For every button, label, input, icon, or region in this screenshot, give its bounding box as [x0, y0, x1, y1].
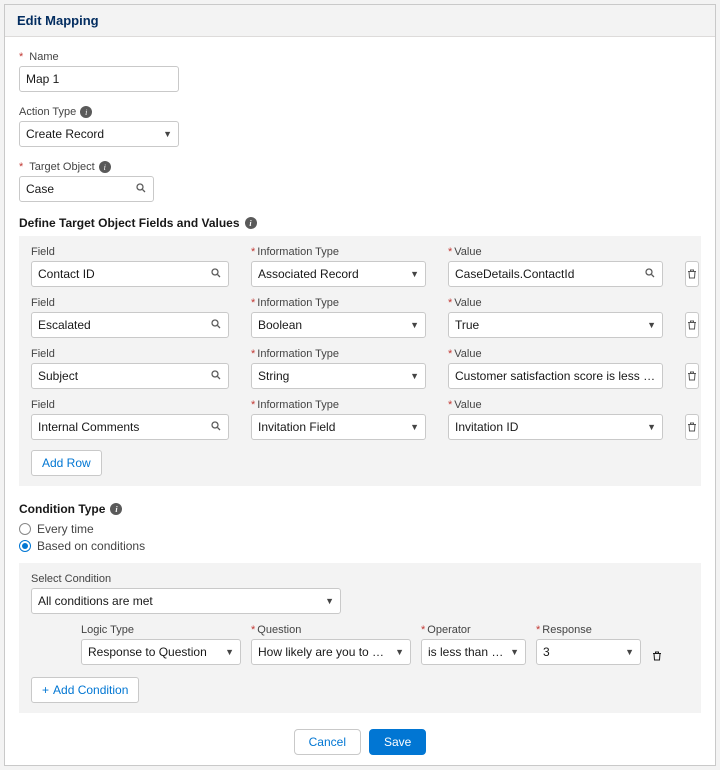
response-select[interactable]: 3 ▼: [536, 639, 641, 665]
chevron-down-icon: ▼: [625, 647, 634, 657]
field-lookup[interactable]: Escalated: [31, 312, 229, 338]
dialog-header: Edit Mapping: [5, 5, 715, 37]
value-select[interactable]: Invitation ID ▼: [448, 414, 663, 440]
condition-row: Logic Type Response to Question ▼ Questi…: [81, 624, 689, 665]
info-icon[interactable]: i: [245, 217, 257, 229]
delete-row-button[interactable]: [685, 312, 699, 338]
action-type-select[interactable]: Create Record ▼: [19, 121, 179, 147]
search-icon: [210, 318, 222, 333]
field-lookup[interactable]: Contact ID: [31, 261, 229, 287]
info-type-select[interactable]: Associated Record ▼: [251, 261, 426, 287]
chevron-down-icon: ▼: [410, 320, 419, 330]
dialog-title: Edit Mapping: [17, 13, 703, 28]
chevron-down-icon: ▼: [410, 422, 419, 432]
search-icon: [210, 369, 222, 384]
field-row: Field Internal Comments Information Type…: [31, 399, 689, 440]
radio-every-time[interactable]: Every time: [19, 522, 701, 536]
field-row: Field Contact ID Information Type Associ…: [31, 246, 689, 287]
search-icon: [210, 267, 222, 282]
action-type-label: Action Type i: [19, 106, 701, 118]
logic-type-select[interactable]: Response to Question ▼: [81, 639, 241, 665]
field-row: Field Escalated Information Type Boolean…: [31, 297, 689, 338]
select-condition-label: Select Condition: [31, 573, 689, 585]
radio-icon: [19, 523, 31, 535]
chevron-down-icon: ▼: [410, 269, 419, 279]
select-condition-dropdown[interactable]: All conditions are met ▼: [31, 588, 341, 614]
conditions-panel: Select Condition All conditions are met …: [19, 563, 701, 713]
chevron-down-icon: ▼: [510, 647, 519, 657]
delete-row-button[interactable]: [685, 261, 699, 287]
chevron-down-icon: ▼: [647, 320, 656, 330]
condition-type-heading: Condition Type i: [19, 502, 701, 516]
field-lookup[interactable]: Subject: [31, 363, 229, 389]
info-icon[interactable]: i: [110, 503, 122, 515]
info-icon[interactable]: i: [80, 106, 92, 118]
delete-condition-button[interactable]: [651, 650, 663, 665]
value-input[interactable]: Customer satisfaction score is less than…: [448, 363, 663, 389]
name-input[interactable]: Map 1: [19, 66, 179, 92]
value-lookup[interactable]: CaseDetails.ContactId: [448, 261, 663, 287]
target-object-label: Target Object i: [19, 161, 701, 173]
fields-section-heading: Define Target Object Fields and Values i: [19, 216, 701, 230]
chevron-down-icon: ▼: [325, 596, 334, 606]
delete-row-button[interactable]: [685, 363, 699, 389]
search-icon: [644, 267, 656, 282]
name-label: Name: [19, 51, 701, 63]
fields-panel: Field Contact ID Information Type Associ…: [19, 236, 701, 486]
info-type-select[interactable]: String ▼: [251, 363, 426, 389]
save-button[interactable]: Save: [369, 729, 426, 755]
plus-icon: +: [42, 683, 49, 697]
value-select[interactable]: True ▼: [448, 312, 663, 338]
chevron-down-icon: ▼: [647, 422, 656, 432]
delete-row-button[interactable]: [685, 414, 699, 440]
dialog-body: Name Map 1 Action Type i Create Record ▼…: [5, 37, 715, 721]
chevron-down-icon: ▼: [410, 371, 419, 381]
info-icon[interactable]: i: [99, 161, 111, 173]
radio-icon: [19, 540, 31, 552]
info-type-select[interactable]: Boolean ▼: [251, 312, 426, 338]
info-type-select[interactable]: Invitation Field ▼: [251, 414, 426, 440]
field-lookup[interactable]: Internal Comments: [31, 414, 229, 440]
add-condition-button[interactable]: + Add Condition: [31, 677, 139, 703]
radio-based-on-conditions[interactable]: Based on conditions: [19, 539, 701, 553]
field-row: Field Subject Information Type String ▼ …: [31, 348, 689, 389]
operator-select[interactable]: is less than or equal … ▼: [421, 639, 526, 665]
chevron-down-icon: ▼: [225, 647, 234, 657]
add-row-button[interactable]: Add Row: [31, 450, 102, 476]
dialog-footer: Cancel Save: [5, 721, 715, 765]
question-select[interactable]: How likely are you to recommend o… ▼: [251, 639, 411, 665]
target-object-lookup[interactable]: Case: [19, 176, 154, 202]
edit-mapping-dialog: Edit Mapping Name Map 1 Action Type i Cr…: [4, 4, 716, 766]
chevron-down-icon: ▼: [163, 129, 172, 139]
cancel-button[interactable]: Cancel: [294, 729, 361, 755]
chevron-down-icon: ▼: [395, 647, 404, 657]
search-icon: [135, 182, 147, 197]
search-icon: [210, 420, 222, 435]
